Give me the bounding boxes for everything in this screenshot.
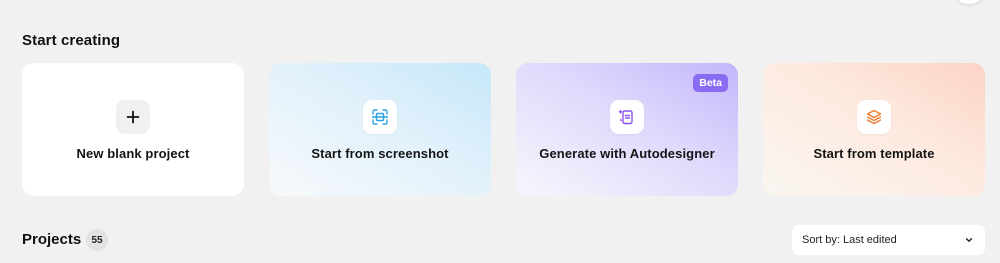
autodesigner-icon [610, 100, 644, 134]
card-label: Start from screenshot [311, 146, 449, 161]
plus-icon [116, 100, 150, 134]
beta-badge: Beta [693, 74, 728, 92]
app-page: Start creating New blank project Start f… [0, 0, 1000, 263]
projects-heading: Projects [22, 231, 82, 248]
chevron-down-icon [964, 235, 974, 245]
start-creating-heading: Start creating [22, 32, 121, 49]
card-label: Start from template [813, 146, 935, 161]
start-from-screenshot-card[interactable]: Start from screenshot [269, 63, 491, 196]
new-blank-project-card[interactable]: New blank project [22, 63, 244, 196]
generate-with-autodesigner-card[interactable]: Beta Generate with Autodesigner [516, 63, 738, 196]
start-from-template-card[interactable]: Start from template [763, 63, 985, 196]
sort-dropdown-label: Sort by: Last edited [802, 234, 897, 246]
card-label: Generate with Autodesigner [539, 146, 715, 161]
sort-dropdown[interactable]: Sort by: Last edited [792, 225, 985, 255]
screenshot-scan-icon [363, 100, 397, 134]
avatar[interactable] [952, 0, 986, 4]
card-label: New blank project [76, 146, 190, 161]
projects-count-badge: 55 [86, 229, 108, 251]
layers-icon [857, 100, 891, 134]
